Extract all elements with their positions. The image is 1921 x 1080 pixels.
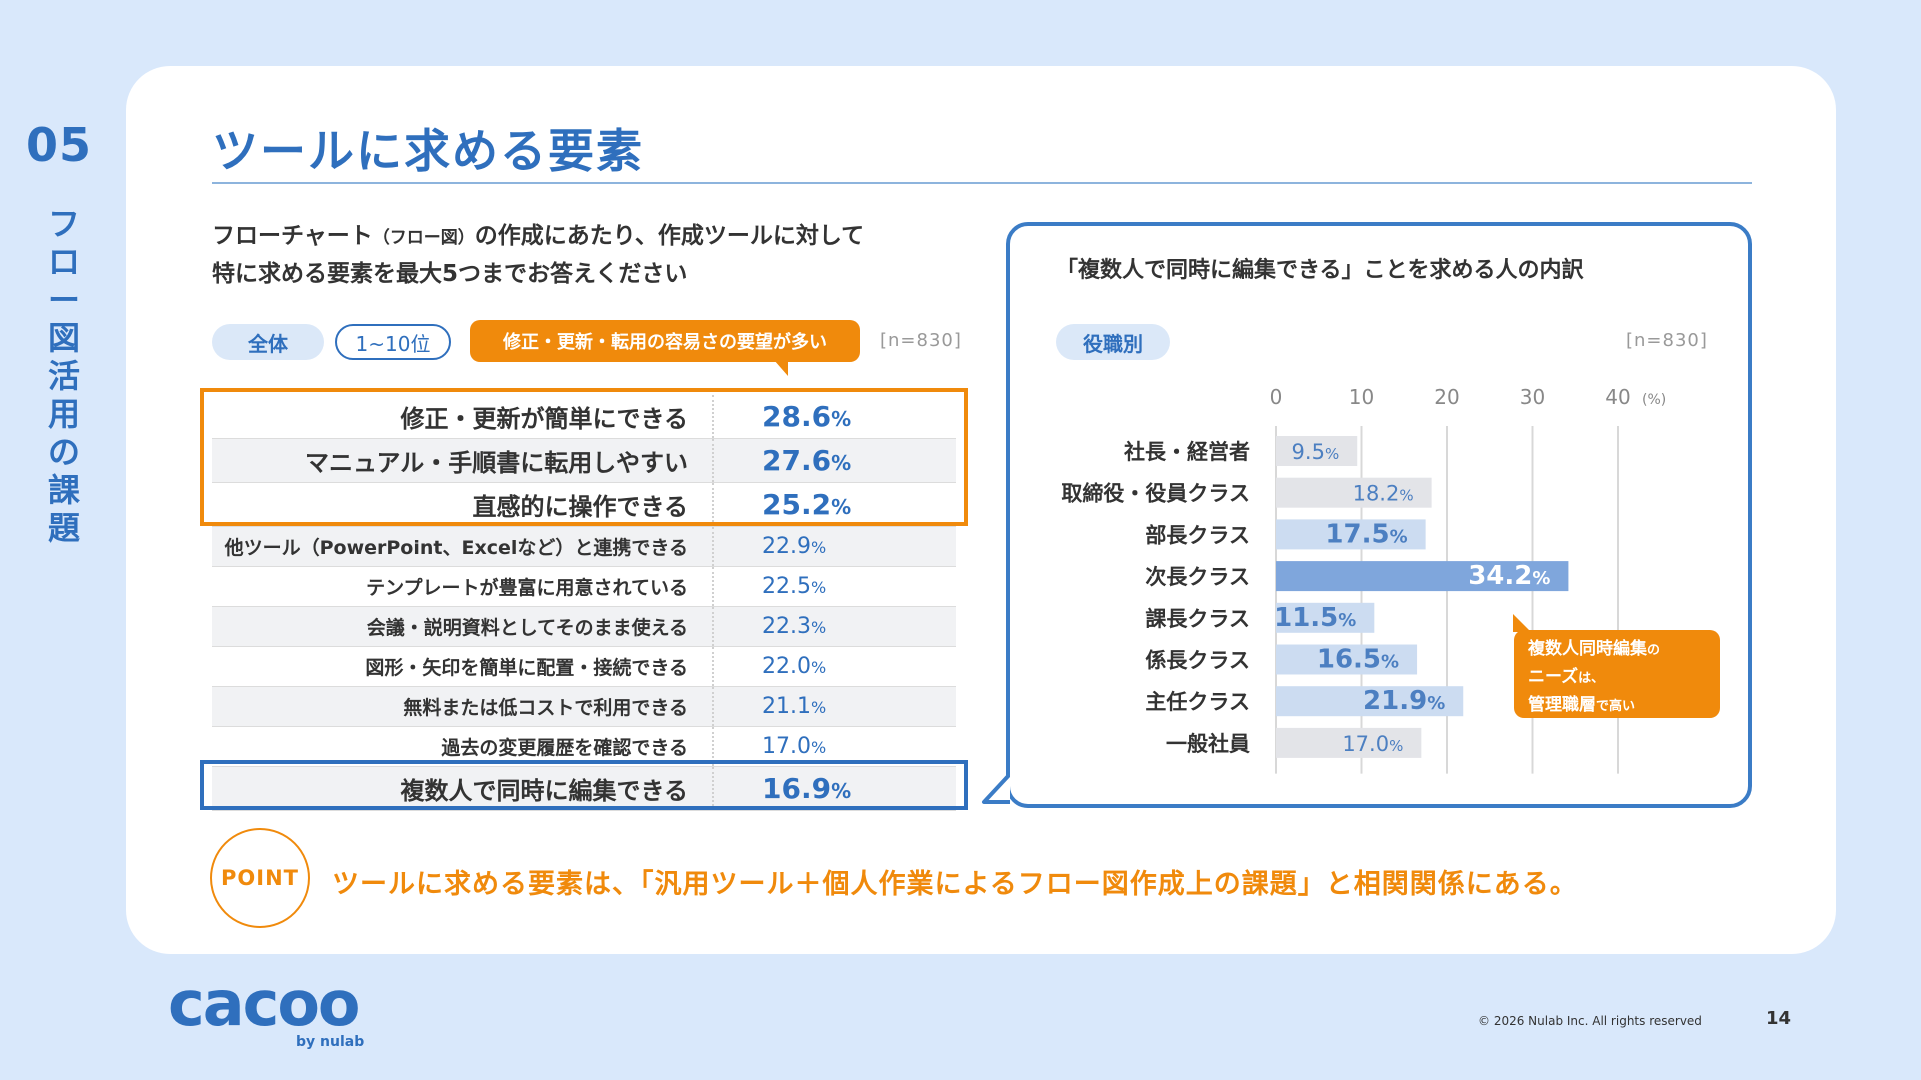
point-text: ツールに求める要素は、「汎用ツール＋個人作業によるフロー図作成上の課題」と相関関… (332, 869, 1578, 900)
table-row: 修正・更新が簡単にできる 28.6% (212, 395, 956, 439)
table-row: 図形・矢印を簡単に配置・接続できる 22.0% (212, 647, 956, 687)
table-row: 過去の変更履歴を確認できる 17.0% (212, 727, 956, 767)
question-line2: 特に求める要素を最大5つまでお答えください (212, 261, 688, 287)
callout-right-l3a: 管理職層 (1528, 695, 1596, 715)
callout-right: 複数人同時編集の ニーズは、 管理職層で高い (1513, 614, 1720, 718)
point-badge: POINT (210, 828, 310, 928)
section-name: フロー図活用の課題 (47, 205, 80, 547)
row-value: 25.2% (762, 488, 852, 521)
category-label: 主任クラス (1145, 690, 1250, 714)
row-label: 会議・説明資料としてそのまま使える (366, 617, 688, 639)
page-title: ツールに求める要素 (212, 124, 644, 178)
category-label: 係長クラス (1145, 649, 1250, 673)
survey-question: フローチャート（フロー図）の作成にあたり、作成ツールに対して 特に求める要素を最… (212, 218, 1012, 292)
page-number: 14 (1766, 1008, 1792, 1029)
category-label: 次長クラス (1145, 565, 1250, 589)
filter-role-pill: 役職別 (1056, 324, 1170, 360)
callout-right-l2b: は、 (1578, 671, 1605, 686)
callout-top-tail (774, 360, 788, 376)
question-line1-a: フローチャート (212, 223, 373, 249)
row-value: 22.0% (762, 654, 827, 679)
row-label: 過去の変更履歴を確認できる (441, 737, 688, 759)
x-tick-label: 10 (1349, 385, 1374, 409)
table-row: 他ツール（PowerPoint、Excelなど）と連携できる 22.9% (212, 527, 956, 567)
copyright: © 2026 Nulab Inc. All rights reserved (1478, 1014, 1702, 1028)
category-label: 一般社員 (1166, 732, 1250, 756)
category-label: 取締役・役員クラス (1061, 482, 1250, 506)
row-label: 他ツール（PowerPoint、Excelなど）と連携できる (224, 537, 688, 559)
category-label: 部長クラス (1145, 523, 1250, 547)
x-tick-label: 40 (1605, 385, 1630, 409)
ranking-table: 修正・更新が簡単にできる 28.6% マニュアル・手順書に転用しやすい 27.6… (212, 395, 956, 811)
logo-sub: by nulab (296, 1034, 365, 1050)
x-unit-label: (%) (1642, 392, 1666, 408)
row-label: 直感的に操作できる (472, 493, 688, 521)
row-label: 無料または低コストで利用できる (403, 697, 688, 719)
row-label: 修正・更新が簡単にできる (400, 405, 688, 433)
callout-top: 修正・更新・転用の容易さの要望が多い (470, 320, 860, 376)
table-row: 直感的に操作できる 25.2% (212, 483, 956, 527)
title-divider (212, 182, 1752, 184)
section-number: 05 (26, 118, 93, 172)
sample-size-right: [n=830] (1626, 330, 1708, 351)
callout-right-l2a: ニーズ (1528, 667, 1579, 687)
panel-pointer (982, 772, 1010, 804)
callout-right-l1a: 複数人同時編集 (1528, 639, 1647, 659)
sample-size-left: [n=830] (880, 330, 962, 351)
filter-rank-pill: 1~10位 (335, 324, 451, 360)
callout-top-text: 修正・更新・転用の容易さの要望が多い (503, 332, 827, 353)
table-row: 無料または低コストで利用できる 21.1% (212, 687, 956, 727)
callout-right-l1b: の (1647, 643, 1661, 658)
row-value: 21.1% (762, 694, 827, 719)
row-value: 22.3% (762, 614, 827, 639)
x-tick-label: 0 (1270, 385, 1283, 409)
callout-right-l3b: で高い (1596, 699, 1636, 714)
row-label: 複数人で同時に編集できる (400, 777, 688, 805)
row-value: 27.6% (762, 444, 852, 477)
row-value: 22.9% (762, 534, 827, 559)
row-label: 図形・矢印を簡単に配置・接続できる (365, 657, 688, 679)
cacoo-logo: cacoo by nulab (168, 967, 368, 1051)
row-label: マニュアル・手順書に転用しやすい (304, 449, 688, 477)
row-value: 16.9% (762, 772, 852, 805)
filter-all-pill: 全体 (212, 324, 324, 360)
row-value: 28.6% (762, 400, 852, 433)
question-line1-b: の作成にあたり、作成ツールに対して (474, 223, 865, 249)
table-row: 会議・説明資料としてそのまま使える 22.3% (212, 607, 956, 647)
table-row: マニュアル・手順書に転用しやすい 27.6% (212, 439, 956, 483)
x-tick-label: 30 (1520, 385, 1545, 409)
table-row: 複数人で同時に編集できる 16.9% (212, 767, 956, 811)
row-label: テンプレートが豊富に用意されている (366, 577, 688, 599)
row-value: 17.0% (762, 734, 827, 759)
logo-wordmark: cacoo (168, 967, 361, 1040)
table-row: テンプレートが豊富に用意されている 22.5% (212, 567, 956, 607)
x-tick-label: 20 (1434, 385, 1459, 409)
category-label: 社長・経営者 (1123, 440, 1250, 464)
panel-title: 「複数人で同時に編集できる」ことを求める人の内訳 (1056, 258, 1584, 283)
role-bar-chart: 0 10 20 30 40 (%)社長・経営者 9.5%取締役・役員クラス 18.2%部長クラ… (1061, 385, 1666, 774)
category-label: 課長クラス (1145, 607, 1250, 631)
callout-right-tail (1513, 614, 1531, 632)
question-line1-small: （フロー図） (372, 228, 475, 248)
row-value: 22.5% (762, 574, 827, 599)
